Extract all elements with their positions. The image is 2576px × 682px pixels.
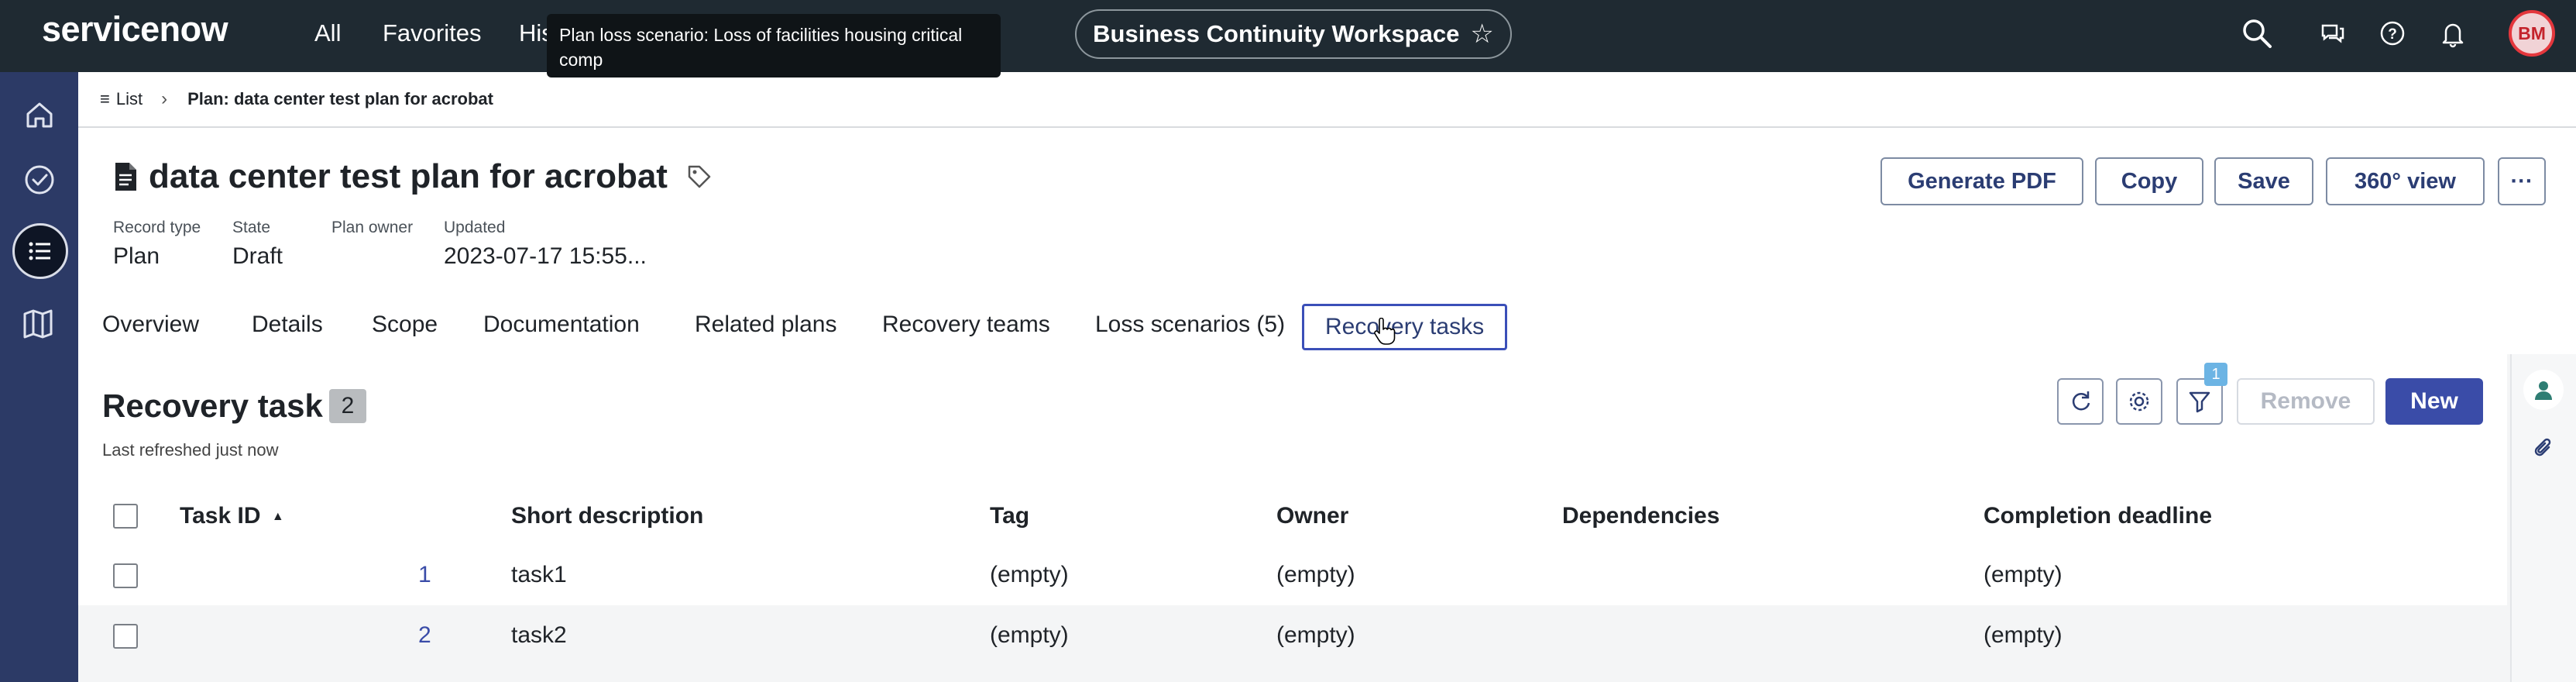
map-icon[interactable]	[14, 298, 65, 350]
tab-scope[interactable]: Scope	[372, 312, 438, 338]
column-header-dependencies[interactable]: Dependencies	[1562, 503, 1719, 529]
column-header-completion-deadline[interactable]: Completion deadline	[1984, 503, 2212, 529]
tab-related-plans[interactable]: Related plans	[695, 312, 836, 338]
home-icon[interactable]	[14, 89, 65, 140]
check-circle-icon[interactable]	[14, 154, 65, 205]
meta-record-type: Record type Plan	[113, 219, 201, 270]
completion-deadline-cell: (empty)	[1984, 622, 2063, 648]
row-checkbox[interactable]	[113, 624, 138, 649]
tab-recovery-tasks[interactable]: Recovery tasks	[1302, 304, 1508, 350]
more-actions-button[interactable]: ···	[2498, 157, 2546, 205]
tab-recovery-teams[interactable]: Recovery teams	[882, 312, 1050, 338]
chevron-right-icon: ›	[161, 88, 168, 109]
tab-loss-scenarios[interactable]: Loss scenarios (5)	[1095, 312, 1285, 338]
tag-icon[interactable]	[686, 164, 713, 190]
svg-text:?: ?	[2388, 26, 2397, 43]
page-title: data center test plan for acrobat	[149, 157, 668, 195]
row-checkbox[interactable]	[113, 563, 138, 588]
servicenow-logo[interactable]: servicenow	[42, 9, 228, 50]
column-header-short-description[interactable]: Short description	[511, 503, 703, 529]
search-icon[interactable]	[2241, 17, 2273, 50]
person-icon[interactable]	[2523, 370, 2564, 410]
workspace-selector[interactable]: Business Continuity Workspace ☆	[1075, 9, 1512, 59]
help-icon[interactable]: ?	[2379, 19, 2406, 47]
nav-all[interactable]: All	[314, 19, 341, 47]
meta-state: State Draft	[232, 219, 283, 270]
tooltip: Plan loss scenario: Loss of facilities h…	[547, 14, 1001, 78]
tag-cell: (empty)	[990, 562, 1069, 587]
meta-value: 2023-07-17 15:55...	[444, 243, 647, 269]
breadcrumb-list-label: List	[115, 89, 143, 108]
select-all-checkbox[interactable]	[113, 504, 138, 529]
meta-label: State	[232, 219, 271, 236]
hand-cursor-icon	[1372, 318, 1396, 346]
meta-value: Draft	[232, 243, 283, 269]
chat-icon[interactable]	[2320, 21, 2346, 47]
task-id-link[interactable]: 1	[418, 562, 431, 588]
workspace-name: Business Continuity Workspace	[1093, 20, 1460, 47]
nav-favorites[interactable]: Favorites	[383, 19, 481, 47]
new-button[interactable]: New	[2385, 378, 2483, 425]
document-icon	[113, 161, 138, 192]
bell-icon[interactable]	[2440, 20, 2466, 48]
owner-cell: (empty)	[1276, 622, 1355, 648]
breadcrumb-list-link[interactable]: ≡ List	[100, 89, 143, 109]
short-description-cell: task1	[511, 562, 567, 587]
column-header-owner[interactable]: Owner	[1276, 503, 1348, 529]
sort-ascending-icon: ▲	[271, 510, 284, 523]
tab-documentation[interactable]: Documentation	[483, 312, 640, 338]
star-icon[interactable]: ☆	[1470, 19, 1493, 50]
tab-overview[interactable]: Overview	[102, 312, 199, 338]
left-rail	[0, 72, 78, 682]
meta-updated: Updated 2023-07-17 15:55...	[444, 219, 647, 270]
generate-pdf-button[interactable]: Generate PDF	[1880, 157, 2083, 205]
meta-plan-owner: Plan owner	[331, 219, 413, 243]
list-icon: ≡	[100, 89, 110, 108]
column-header-label: Task ID	[180, 503, 261, 529]
remove-button[interactable]: Remove	[2237, 378, 2375, 425]
list-icon[interactable]	[12, 223, 68, 279]
breadcrumb: ≡ List › Plan: data center test plan for…	[78, 72, 2576, 128]
paperclip-icon[interactable]	[2523, 429, 2564, 469]
filter-count-badge: 1	[2204, 363, 2227, 386]
short-description-cell: task2	[511, 622, 567, 648]
owner-cell: (empty)	[1276, 562, 1355, 587]
user-avatar[interactable]: BM	[2509, 10, 2555, 57]
gear-icon[interactable]	[2116, 378, 2162, 425]
save-button[interactable]: Save	[2214, 157, 2313, 205]
tag-cell: (empty)	[990, 622, 1069, 648]
meta-value: Plan	[113, 243, 160, 269]
breadcrumb-current[interactable]: Plan: data center test plan for acrobat	[187, 89, 493, 109]
refresh-icon[interactable]	[2057, 378, 2104, 425]
meta-label: Record type	[113, 219, 201, 236]
top-navigation-bar: servicenow All Favorites His Business Co…	[0, 0, 2576, 72]
tab-details[interactable]: Details	[252, 312, 323, 338]
column-header-task-id[interactable]: Task ID ▲	[180, 503, 284, 529]
record-count-badge: 2	[329, 389, 366, 423]
completion-deadline-cell: (empty)	[1984, 562, 2063, 587]
last-refreshed-text: Last refreshed just now	[102, 440, 279, 460]
copy-button[interactable]: Copy	[2095, 157, 2203, 205]
record-title-row: data center test plan for acrobat	[113, 157, 713, 196]
view-360-button[interactable]: 360° view	[2326, 157, 2485, 205]
column-header-tag[interactable]: Tag	[990, 503, 1029, 529]
list-title: Recovery task	[102, 388, 323, 424]
meta-label: Updated	[444, 219, 506, 236]
task-id-link[interactable]: 2	[418, 622, 431, 649]
meta-label: Plan owner	[331, 219, 414, 236]
